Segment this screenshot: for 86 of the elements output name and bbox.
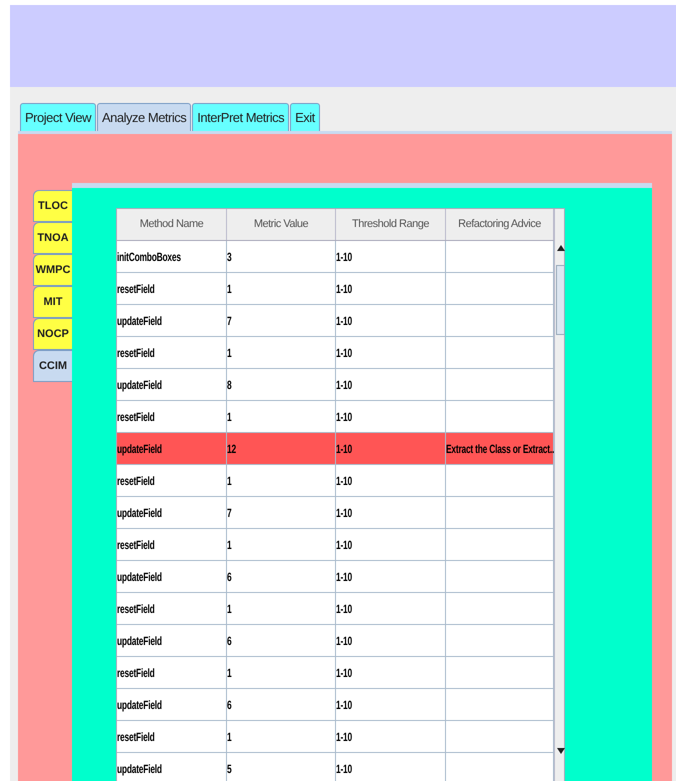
table-cell-text: 1-10 [336, 696, 352, 714]
side-tab[interactable]: TLOC [33, 190, 72, 222]
table-cell-text: 1 [227, 472, 232, 490]
side-tab[interactable]: MIT [33, 286, 72, 318]
table-cell-text: 1-10 [336, 472, 352, 490]
table-cell-text: 1-10 [336, 344, 352, 362]
table-cell-text: updateField [117, 376, 162, 394]
table-row[interactable]: resetField 1 1-10 [117, 529, 554, 561]
table-cell-text: 1-10 [336, 760, 352, 778]
table-cell-text: 6 [227, 696, 232, 714]
table-row[interactable]: updateField 7 1-10 [117, 497, 554, 529]
table-cell-text: resetField [117, 664, 155, 682]
scrollbar-thumb[interactable] [556, 265, 565, 335]
table-cell-text: 1 [227, 664, 232, 682]
table-cell-text: 5 [227, 760, 232, 778]
scroll-up-icon[interactable] [557, 245, 565, 251]
table-cell-text: 12 [227, 440, 236, 458]
side-tab[interactable]: TNOA [33, 222, 72, 254]
table-cell-text: 1 [227, 408, 232, 426]
table-cell-text: resetField [117, 472, 155, 490]
table-cell-text: resetField [117, 408, 155, 426]
tab[interactable]: InterPret Metrics [192, 103, 290, 131]
table-cell-text: 1 [227, 280, 232, 298]
tab[interactable]: Analyze Metrics [97, 103, 192, 131]
table-row[interactable]: updateField 6 1-10 [117, 561, 554, 593]
table-row[interactable]: resetField 1 1-10 [117, 593, 554, 625]
tab[interactable]: Project View [20, 103, 96, 131]
table-cell-text: 1-10 [336, 536, 352, 554]
table-row[interactable]: resetField 1 1-10 [117, 657, 554, 689]
table-cell-text: 1 [227, 536, 232, 554]
scrollbar[interactable] [554, 209, 564, 781]
table-row[interactable]: updateField 7 1-10 [117, 305, 554, 337]
table-cell-text: 1-10 [336, 280, 352, 298]
table-row[interactable]: updateField 12 1-10 Extract the Class or Extract... [117, 433, 554, 465]
table-cell-text: 3 [227, 248, 232, 266]
table-cell-text: 1-10 [336, 408, 352, 426]
column-header[interactable]: Metric Value [227, 209, 336, 240]
table-cell-text: 8 [227, 376, 232, 394]
table-cell-text: 6 [227, 632, 232, 650]
table-cell-text: 1-10 [336, 568, 352, 586]
table-cell-text: 1 [227, 344, 232, 362]
table-cell-text: resetField [117, 536, 155, 554]
table-cell-text: Extract the Class or Extract... [446, 440, 556, 458]
table-cell-text: updateField [117, 504, 162, 522]
table-cell-text: 1-10 [336, 664, 352, 682]
table-cell-text: 1-10 [336, 504, 352, 522]
table-cell-text: updateField [117, 696, 162, 714]
table-row[interactable]: resetField 1 1-10 [117, 721, 554, 753]
tab[interactable]: Exit [290, 103, 320, 131]
table-cell-text: updateField [117, 568, 162, 586]
table-cell-text: 1-10 [336, 632, 352, 650]
column-header[interactable]: Method Name [117, 209, 227, 240]
table-cell-text: 1 [227, 728, 232, 746]
table-row[interactable]: resetField 1 1-10 [117, 465, 554, 497]
table-cell-text: updateField [117, 760, 162, 778]
table-cell-text: resetField [117, 728, 155, 746]
table-cell-text: 1-10 [336, 376, 352, 394]
table-row[interactable]: resetField 1 1-10 [117, 273, 554, 305]
table-cell-text: 1-10 [336, 728, 352, 746]
table-row[interactable]: updateField 6 1-10 [117, 625, 554, 657]
table-cell-text: 1-10 [336, 312, 352, 330]
table-cell-text: 1-10 [336, 440, 352, 458]
table-row[interactable]: resetField 1 1-10 [117, 337, 554, 369]
side-tab[interactable]: WMPC [33, 254, 72, 286]
scroll-down-icon[interactable] [557, 748, 565, 754]
table-cell-text: resetField [117, 344, 155, 362]
table-cell-text: resetField [117, 600, 155, 618]
table-cell-text: initComboBoxes [117, 248, 181, 266]
table-row[interactable]: updateField 5 1-10 [117, 753, 554, 781]
column-header[interactable]: Threshold Range [336, 209, 446, 240]
table-row[interactable]: initComboBoxes 3 1-10 [117, 241, 554, 273]
table-cell-text: resetField [117, 280, 155, 298]
table-cell-text: updateField [117, 312, 162, 330]
side-tab[interactable]: CCIM [33, 350, 72, 382]
side-tab[interactable]: NOCP [33, 318, 72, 350]
table-cell-text: 7 [227, 504, 232, 522]
table-cell-text: updateField [117, 440, 162, 458]
table-row[interactable]: updateField 8 1-10 [117, 369, 554, 401]
table-cell-text: 1-10 [336, 600, 352, 618]
table-cell-text: 1-10 [336, 248, 352, 266]
table-cell-text: 7 [227, 312, 232, 330]
table-row[interactable]: resetField 1 1-10 [117, 401, 554, 433]
table-cell-text: 6 [227, 568, 232, 586]
table-cell-text: 1 [227, 600, 232, 618]
table-row[interactable]: updateField 6 1-10 [117, 689, 554, 721]
table-cell-text: updateField [117, 632, 162, 650]
